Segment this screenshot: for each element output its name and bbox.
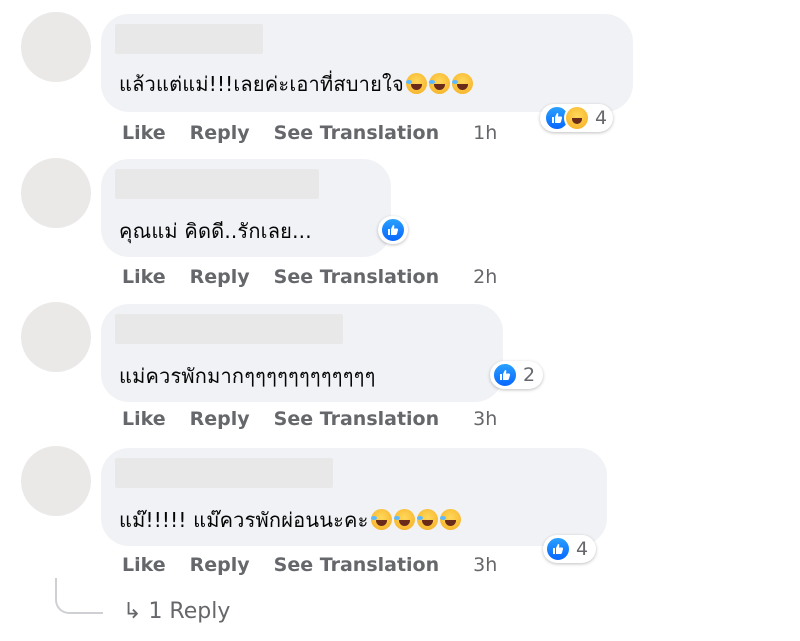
comment-actions: Like Reply See Translation 3h [122, 554, 521, 576]
laughing-emoji-icon [405, 73, 427, 94]
reply-button[interactable]: Reply [190, 554, 250, 576]
timestamp[interactable]: 3h [473, 408, 497, 430]
avatar[interactable] [21, 446, 91, 516]
comment-text: แล้วแต่แม่!!!เลยค่ะเอาที่สบายใจ [119, 68, 473, 100]
comment-text-content: คุณแม่ คิดดี..รักเลย... [119, 219, 312, 243]
reply-button[interactable]: Reply [190, 266, 250, 288]
like-icon [492, 362, 518, 388]
comment-bubble: แม๊!!!!! แม๊ควรพักผ่อนนะคะ [101, 448, 607, 546]
reaction-count: 4 [595, 107, 608, 129]
timestamp[interactable]: 3h [473, 554, 497, 576]
see-translation-button[interactable]: See Translation [274, 554, 439, 576]
comment-text: แม่ควรพักมากๆๆๆๆๆๆๆๆๆๆๆๆ [119, 360, 376, 392]
see-translation-button[interactable]: See Translation [274, 266, 439, 288]
comment-bubble: แล้วแต่แม่!!!เลยค่ะเอาที่สบายใจ [101, 14, 633, 112]
haha-icon [564, 105, 590, 131]
author-name-redacted[interactable] [115, 169, 319, 199]
reaction-summary[interactable]: 2 [490, 361, 544, 389]
laughing-emoji-icon [416, 509, 438, 530]
view-replies-label: 1 Reply [148, 599, 231, 624]
like-button[interactable]: Like [122, 266, 166, 288]
comment-text-content: แม่ควรพักมากๆๆๆๆๆๆๆๆๆๆๆๆ [119, 364, 376, 388]
reaction-summary[interactable] [378, 216, 408, 244]
avatar[interactable] [21, 158, 91, 228]
like-icon [380, 217, 406, 243]
avatar[interactable] [21, 12, 91, 82]
comment-bubble: แม่ควรพักมากๆๆๆๆๆๆๆๆๆๆๆๆ [101, 304, 503, 402]
reaction-summary[interactable]: 4 [543, 535, 597, 563]
comment-text: แม๊!!!!! แม๊ควรพักผ่อนนะคะ [119, 504, 461, 536]
author-name-redacted[interactable] [115, 458, 333, 488]
view-replies-link[interactable]: ↳ 1 Reply [123, 599, 230, 624]
timestamp[interactable]: 2h [473, 266, 497, 288]
comment-actions: Like Reply See Translation 3h [122, 408, 521, 430]
avatar[interactable] [21, 302, 91, 372]
laughing-emoji-icon [393, 509, 415, 530]
see-translation-button[interactable]: See Translation [274, 122, 439, 144]
comment-text-content: แม๊!!!!! แม๊ควรพักผ่อนนะคะ [119, 508, 369, 532]
laughing-emoji-icon [439, 509, 461, 530]
like-button[interactable]: Like [122, 554, 166, 576]
laughing-emoji-icon [370, 509, 392, 530]
comment-text-content: แล้วแต่แม่!!!เลยค่ะเอาที่สบายใจ [119, 72, 404, 96]
laughing-emoji-icon [451, 73, 473, 94]
comment-actions: Like Reply See Translation 1h [122, 122, 521, 144]
author-name-redacted[interactable] [115, 314, 343, 344]
comment-text: คุณแม่ คิดดี..รักเลย... [119, 215, 312, 247]
reaction-summary[interactable]: 4 [540, 104, 614, 132]
author-name-redacted[interactable] [115, 24, 263, 54]
like-button[interactable]: Like [122, 408, 166, 430]
reply-button[interactable]: Reply [190, 408, 250, 430]
laughing-emoji-icon [428, 73, 450, 94]
reply-button[interactable]: Reply [190, 122, 250, 144]
reaction-count: 4 [576, 538, 589, 560]
thread-connector-line [55, 578, 103, 614]
like-icon [545, 536, 571, 562]
reaction-count: 2 [523, 364, 536, 386]
comment-bubble: คุณแม่ คิดดี..รักเลย... [101, 159, 391, 257]
reply-arrow-icon: ↳ [123, 599, 142, 624]
timestamp[interactable]: 1h [473, 122, 497, 144]
comment-actions: Like Reply See Translation 2h [122, 266, 521, 288]
see-translation-button[interactable]: See Translation [274, 408, 439, 430]
like-button[interactable]: Like [122, 122, 166, 144]
